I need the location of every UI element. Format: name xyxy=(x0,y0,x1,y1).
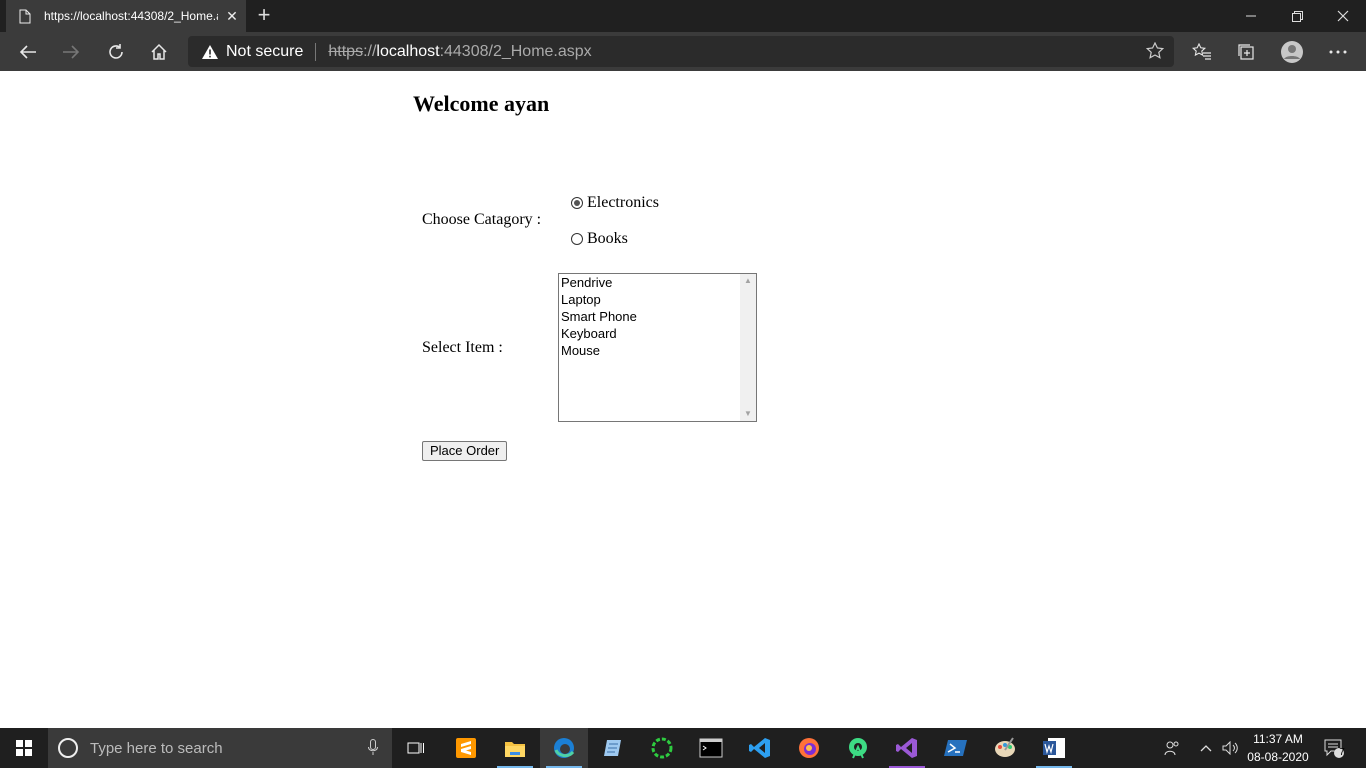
edge-browser-icon[interactable] xyxy=(540,728,588,768)
task-view-icon[interactable] xyxy=(392,728,440,768)
list-item[interactable]: Smart Phone xyxy=(559,308,756,325)
show-hidden-icons-chevron-icon[interactable] xyxy=(1196,728,1216,768)
listbox-scrollbar[interactable]: ▲ ▼ xyxy=(740,274,756,421)
radio-books[interactable]: Books xyxy=(571,230,628,248)
clock-date: 08-08-2020 xyxy=(1247,750,1309,764)
list-item[interactable]: Mouse xyxy=(559,342,756,359)
radio-button-checked[interactable] xyxy=(571,197,583,209)
url-scheme: https xyxy=(328,42,364,60)
url-scheme-separator: :// xyxy=(363,42,377,60)
taskbar: Type here to search 11:37 AM 08-08-2020 … xyxy=(0,728,1366,768)
list-item[interactable]: Laptop xyxy=(559,291,756,308)
new-tab-icon[interactable]: + xyxy=(252,4,276,28)
cortana-icon xyxy=(58,738,78,758)
favorites-icon[interactable] xyxy=(1186,36,1218,68)
close-tab-icon[interactable]: ✕ xyxy=(218,8,246,25)
close-window-icon[interactable] xyxy=(1320,0,1366,32)
minimize-icon[interactable] xyxy=(1228,0,1274,32)
welcome-heading: Welcome ayan xyxy=(413,91,550,116)
warning-icon[interactable] xyxy=(202,44,218,59)
address-separator xyxy=(315,42,317,61)
vs-code-icon[interactable] xyxy=(736,728,784,768)
terminal-icon[interactable] xyxy=(687,728,735,768)
file-explorer-icon[interactable] xyxy=(491,728,539,768)
volume-icon[interactable] xyxy=(1220,728,1242,768)
page-icon xyxy=(18,8,32,24)
item-listbox[interactable]: Pendrive Laptop Smart Phone Keyboard Mou… xyxy=(558,273,757,422)
windows-start-icon[interactable] xyxy=(0,728,48,768)
radio-label-electronics: Electronics xyxy=(587,194,659,211)
radio-label-books: Books xyxy=(587,230,628,247)
paint-icon[interactable] xyxy=(981,728,1029,768)
system-clock[interactable]: 11:37 AM 08-08-2020 xyxy=(1244,730,1312,766)
list-item[interactable]: Keyboard xyxy=(559,325,756,342)
action-center-icon[interactable]: 7 xyxy=(1322,728,1346,768)
tab-title: https://localhost:44308/2_Home.aspx xyxy=(44,9,218,23)
security-label[interactable]: Not secure xyxy=(226,43,303,61)
taskbar-search-box[interactable]: Type here to search xyxy=(48,728,392,768)
forward-arrow-icon[interactable] xyxy=(55,36,87,68)
star-icon[interactable] xyxy=(1145,41,1165,65)
page-content: Welcome ayan Choose Catagory : Electroni… xyxy=(0,71,1366,728)
notification-count: 7 xyxy=(1339,747,1345,758)
home-icon[interactable] xyxy=(143,36,175,68)
address-bar[interactable]: Not secure https://localhost:44308/2_Hom… xyxy=(188,36,1174,67)
list-item[interactable]: Pendrive xyxy=(559,274,756,291)
sublime-text-icon[interactable] xyxy=(442,728,490,768)
more-options-icon[interactable] xyxy=(1322,36,1354,68)
clock-time: 11:37 AM xyxy=(1253,732,1303,746)
people-icon[interactable] xyxy=(1160,728,1184,768)
firefox-icon[interactable] xyxy=(785,728,833,768)
radio-button[interactable] xyxy=(571,233,583,245)
category-label: Choose Catagory : xyxy=(422,211,542,228)
browser-title-bar: https://localhost:44308/2_Home.aspx ✕ + xyxy=(0,0,1366,32)
microphone-icon[interactable] xyxy=(368,739,378,760)
scroll-up-icon[interactable]: ▲ xyxy=(740,274,756,288)
refresh-icon[interactable] xyxy=(100,36,132,68)
collections-icon[interactable] xyxy=(1230,36,1262,68)
restore-icon[interactable] xyxy=(1274,0,1320,32)
notepad-icon[interactable] xyxy=(589,728,637,768)
url-path: :44308/2_Home.aspx xyxy=(439,42,592,60)
scroll-down-icon[interactable]: ▼ xyxy=(740,407,756,421)
powershell-icon[interactable] xyxy=(932,728,980,768)
search-placeholder: Type here to search xyxy=(90,739,223,757)
radio-electronics[interactable]: Electronics xyxy=(571,194,659,212)
green-circle-app-icon[interactable] xyxy=(638,728,686,768)
back-arrow-icon[interactable] xyxy=(12,36,44,68)
visual-studio-icon[interactable] xyxy=(883,728,931,768)
word-icon[interactable] xyxy=(1030,728,1078,768)
android-studio-icon[interactable] xyxy=(834,728,882,768)
browser-toolbar: Not secure https://localhost:44308/2_Hom… xyxy=(0,32,1366,71)
place-order-button[interactable]: Place Order xyxy=(422,441,508,461)
select-item-label: Select Item : xyxy=(422,339,503,356)
profile-avatar-icon[interactable] xyxy=(1276,36,1308,68)
browser-tab[interactable]: https://localhost:44308/2_Home.aspx ✕ xyxy=(6,0,246,32)
url-host: localhost xyxy=(376,42,440,60)
